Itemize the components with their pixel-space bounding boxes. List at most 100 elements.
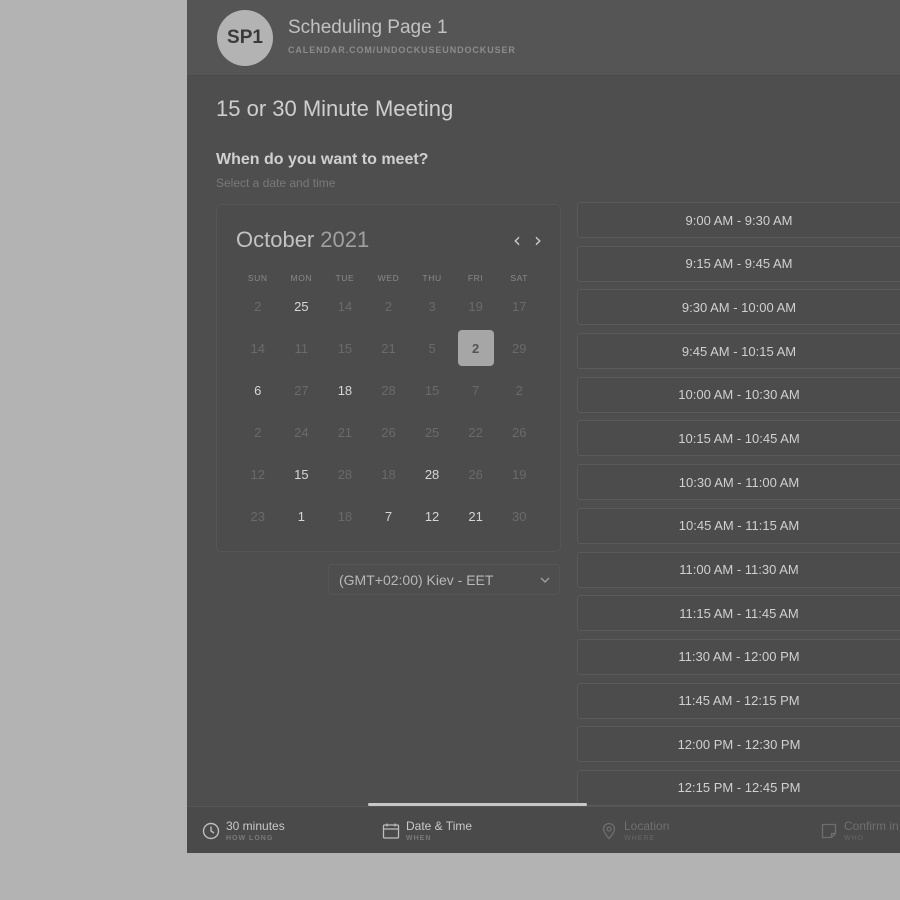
- calendar-day: 18: [323, 495, 367, 537]
- time-slot-button[interactable]: 11:30 AM - 12:00 PM: [577, 638, 900, 675]
- calendar-year: 2021: [320, 227, 370, 252]
- calendar-day: 24: [280, 411, 324, 453]
- calendar-day[interactable]: 12: [410, 495, 454, 537]
- prev-month-button[interactable]: ‹: [508, 229, 526, 251]
- calendar-day: 2: [236, 411, 280, 453]
- timezone-value: (GMT+02:00) Kiev - EET: [339, 572, 494, 588]
- time-slot-button[interactable]: 11:45 AM - 12:15 PM: [577, 682, 900, 719]
- chevron-right-icon: ›: [534, 228, 542, 252]
- step-label: Confirm in: [844, 819, 899, 833]
- when-question: When do you want to meet?: [216, 151, 429, 168]
- calendar-day: 28: [323, 453, 367, 495]
- calendar-month: October: [236, 227, 315, 252]
- time-slot-button[interactable]: 12:00 PM - 12:30 PM: [577, 726, 900, 763]
- calendar-day: 5: [410, 327, 454, 369]
- calendar-day-selected[interactable]: 2: [454, 327, 498, 369]
- time-slot-button[interactable]: 9:45 AM - 10:15 AM: [577, 333, 900, 370]
- calendar-day: 26: [454, 453, 498, 495]
- calendar-day: 21: [367, 327, 411, 369]
- calendar-day-number: 3: [428, 298, 436, 314]
- time-slot-button[interactable]: 9:30 AM - 10:00 AM: [577, 289, 900, 326]
- calendar-day-number: 30: [511, 508, 527, 524]
- step-label: Location: [624, 819, 670, 833]
- time-slot-button[interactable]: 10:30 AM - 11:00 AM: [577, 464, 900, 501]
- weekday-label: FRI: [467, 273, 484, 283]
- time-slot-button[interactable]: 12:15 PM - 12:45 PM: [577, 769, 900, 806]
- calendar-day[interactable]: 25: [280, 285, 324, 327]
- calendar-day[interactable]: 28: [410, 453, 454, 495]
- calendar-day: 26: [367, 411, 411, 453]
- calendar-day-number: 7: [472, 382, 480, 398]
- weekday-label: SAT: [510, 273, 529, 283]
- calendar-day: 27: [280, 369, 324, 411]
- calendar-day[interactable]: 7: [367, 495, 411, 537]
- calendar-day-number: 14: [250, 340, 266, 356]
- weekday-label: TUE: [335, 273, 355, 283]
- active-step-indicator: [368, 803, 587, 806]
- calendar-day-number: 2: [384, 298, 393, 314]
- calendar-day: 14: [323, 285, 367, 327]
- calendar-day-number: 21: [468, 508, 483, 524]
- calendar-day-number: 15: [424, 382, 440, 398]
- time-slot-button[interactable]: 10:00 AM - 10:30 AM: [577, 376, 900, 413]
- calendar-day: 2: [497, 369, 541, 411]
- calendar-day-number: 11: [294, 340, 309, 356]
- calendar-day-number: 19: [468, 298, 483, 314]
- calendar-day: 17: [497, 285, 541, 327]
- calendar-day-number: 25: [424, 424, 440, 440]
- calendar-day: 2: [236, 285, 280, 327]
- calendar-day-number: 15: [294, 466, 309, 482]
- time-slot-button[interactable]: 11:00 AM - 11:30 AM: [577, 551, 900, 588]
- calendar-day: 19: [497, 453, 541, 495]
- weekday-label: SUN: [247, 273, 268, 283]
- time-slot-button[interactable]: 10:45 AM - 11:15 AM: [577, 507, 900, 544]
- timezone-select[interactable]: (GMT+02:00) Kiev - EET: [328, 564, 560, 595]
- select-date-subtitle: Select a date and time: [216, 176, 336, 190]
- calendar-day-number: 2: [515, 382, 523, 398]
- calendar-day: 22: [454, 411, 498, 453]
- step-sublabel: HOW LONG: [226, 835, 274, 842]
- calendar-day[interactable]: 18: [323, 369, 367, 411]
- time-slot-button[interactable]: 11:15 AM - 11:45 AM: [577, 595, 900, 632]
- calendar-day[interactable]: 1: [280, 495, 324, 537]
- calendar-day-number: 28: [337, 466, 353, 482]
- step-footer: 30 minutes HOW LONG Date & Time WHEN Loc…: [187, 803, 900, 853]
- next-month-button[interactable]: ›: [529, 229, 547, 251]
- chevron-left-icon: ‹: [513, 228, 521, 252]
- calendar-day-number: 14: [337, 298, 353, 314]
- calendar-day[interactable]: 21: [454, 495, 498, 537]
- calendar-day-number: 23: [250, 508, 266, 524]
- calendar-day: 28: [367, 369, 411, 411]
- calendar-day[interactable]: 6: [236, 369, 280, 411]
- calendar-day: 23: [236, 495, 280, 537]
- calendar-day: 29: [497, 327, 541, 369]
- time-slot-button[interactable]: 9:15 AM - 9:45 AM: [577, 245, 900, 282]
- calendar-icon: [382, 823, 400, 839]
- step-label: Date & Time: [406, 819, 473, 833]
- calendar-day-number: 24: [294, 424, 309, 440]
- time-slot-button[interactable]: 9:00 AM - 9:30 AM: [577, 202, 900, 238]
- calendar-day-number: 19: [511, 466, 527, 482]
- page-header: SP1 Scheduling Page 1 CALENDAR.COM/UNDOC…: [187, 0, 900, 76]
- calendar-month-year: October 2021: [236, 227, 369, 253]
- date-picker: October 2021 ‹ › SUN MON TUE WED THU FRI …: [216, 204, 561, 552]
- calendar-day-number: 7: [384, 508, 393, 524]
- calendar-day: 30: [497, 495, 541, 537]
- weekday-label: WED: [377, 273, 400, 283]
- calendar-day-number: 12: [424, 508, 440, 524]
- calendar-day: 25: [410, 411, 454, 453]
- calendar-day: 14: [236, 327, 280, 369]
- calendar-day-number: 17: [511, 298, 527, 314]
- calendar-day-number: 25: [294, 298, 309, 314]
- time-slot-button[interactable]: 10:15 AM - 10:45 AM: [577, 420, 900, 457]
- calendar-day: 12: [236, 453, 280, 495]
- calendar-day: 11: [280, 327, 324, 369]
- calendar-days-grid: 2 25 14 2 3 19 17 14 11 15 21 5 2 29 6 27 18 28 15 7 2 2 24 21 2…: [236, 285, 541, 537]
- calendar-day: 26: [497, 411, 541, 453]
- note-icon: [821, 823, 837, 839]
- calendar-day-number: 21: [381, 340, 396, 356]
- calendar-day-number: 27: [294, 382, 309, 398]
- calendar-day-number: 26: [381, 424, 396, 440]
- weekday-header: SUN MON TUE WED THU FRI SAT: [236, 273, 541, 283]
- calendar-day[interactable]: 15: [280, 453, 324, 495]
